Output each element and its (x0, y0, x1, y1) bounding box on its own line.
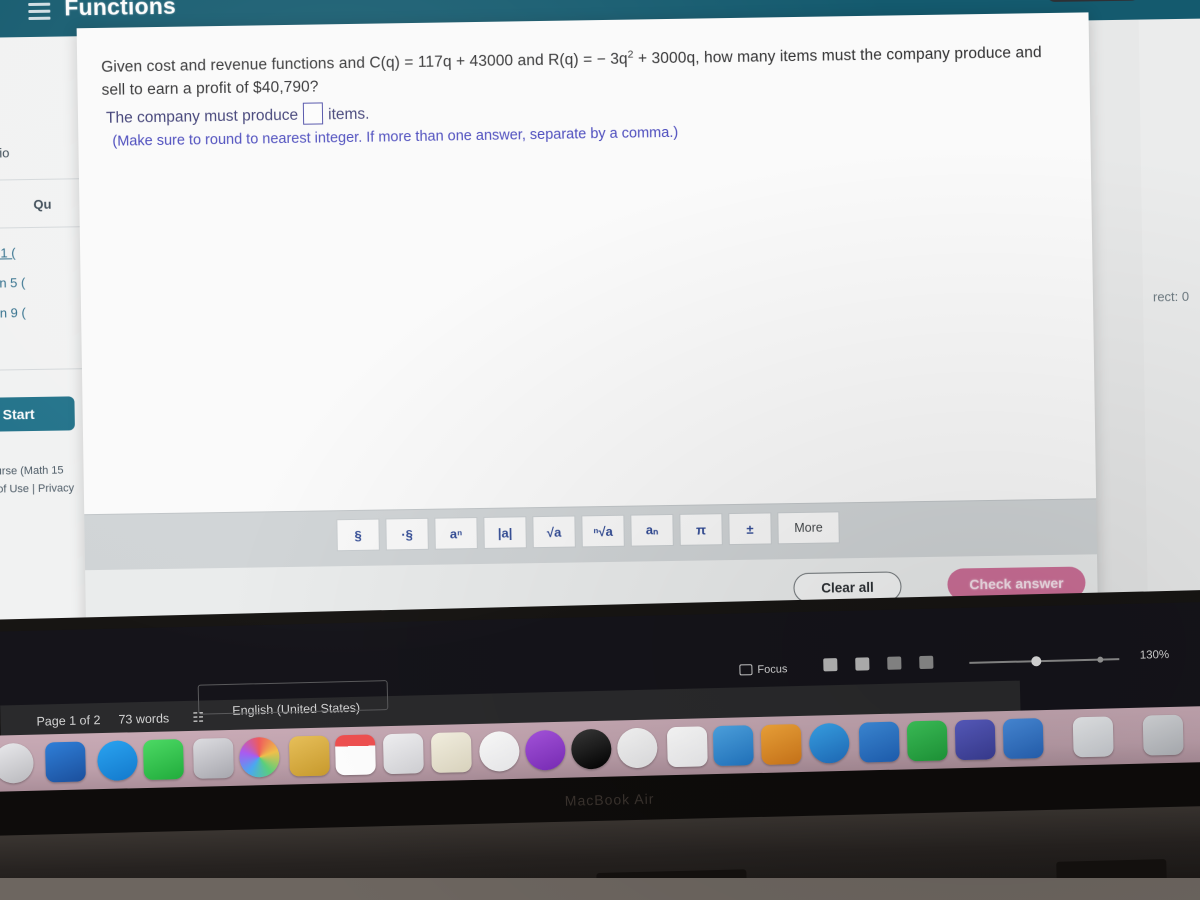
answer-sentence: The company must produce items. (106, 102, 370, 128)
square-root-key[interactable]: √a (532, 515, 576, 549)
word-view-controls: Focus 130% (739, 647, 1170, 685)
photograph-of-screens: d: ore: : missio Qu estion 1 ( uestion 5… (0, 0, 1200, 900)
zoom-slider[interactable] (969, 656, 1120, 667)
draft-view-icon[interactable] (919, 655, 934, 670)
numbers-icon[interactable] (666, 726, 708, 768)
exponent-key[interactable]: aⁿ (434, 517, 478, 550)
appstore-blue-icon[interactable] (45, 741, 86, 783)
notes-icon[interactable] (288, 735, 330, 777)
messages-icon[interactable] (96, 740, 138, 782)
zoom-percent-label: 130% (1139, 648, 1170, 662)
nth-root-key[interactable]: ⁿ√a (581, 514, 625, 548)
pages-icon[interactable] (760, 723, 802, 765)
podcasts-icon[interactable] (524, 729, 566, 771)
footer-terms-link[interactable]: rms of Use | Privacy (0, 482, 74, 496)
zoom-slider-handle[interactable] (1031, 656, 1042, 667)
tv-icon[interactable] (570, 728, 612, 770)
messages-green-icon[interactable] (906, 720, 948, 762)
answer-sentence-suffix: items. (327, 105, 370, 124)
focus-icon (739, 664, 753, 676)
finder-icon[interactable] (1072, 716, 1114, 758)
sidebar-section-header: Qu (33, 196, 52, 212)
sidebar-item-question-5[interactable]: uestion 5 ( (0, 275, 25, 291)
print-layout-view-icon[interactable] (823, 658, 838, 672)
mixed-fraction-key[interactable]: ·§ (385, 517, 429, 551)
site-right-column: rect: 0 (1138, 18, 1200, 640)
desk-bottom-edge (0, 878, 1200, 900)
answer-input[interactable] (302, 102, 324, 125)
launchpad-icon[interactable] (0, 742, 34, 784)
absolute-value-key[interactable]: |a| (483, 516, 527, 549)
word-count-label: 73 words (118, 711, 170, 727)
facetime-icon[interactable] (142, 739, 184, 781)
question-modal-body: Given cost and revenue functions and C(q… (76, 12, 1097, 529)
focus-label: Focus (757, 662, 788, 676)
math-keypad-row: § ·§ aⁿ |a| √a ⁿ√a aₙ π ± More (336, 511, 840, 552)
outline-view-icon[interactable] (887, 656, 902, 670)
safari-icon[interactable] (808, 722, 850, 764)
question-prompt-prefix: Given cost and revenue functions and C(q… (101, 51, 597, 77)
macbook-air-laptop: Page 1 of 2 73 words ☷ English (United S… (0, 589, 1200, 900)
question-revenue-coefficient: − 3q (596, 50, 628, 69)
answer-hint: (Make sure to round to nearest integer. … (112, 124, 679, 150)
music-icon[interactable] (478, 730, 520, 772)
mail-icon[interactable] (858, 721, 900, 763)
sidebar-item-question-9[interactable]: uestion 9 ( (0, 305, 26, 321)
trash-icon[interactable] (1142, 714, 1184, 756)
fraction-key[interactable]: § (336, 518, 380, 552)
web-layout-view-icon[interactable] (855, 657, 870, 671)
teams-icon[interactable] (954, 719, 996, 761)
question-modal: Given cost and revenue functions and C(q… (76, 12, 1099, 639)
language-highlight-box (197, 680, 389, 715)
photos-icon[interactable] (238, 736, 280, 778)
zoom-app-icon[interactable] (1002, 718, 1044, 760)
answer-sentence-prefix: The company must produce (105, 106, 299, 127)
plus-minus-key[interactable]: ± (728, 512, 772, 546)
sidebar-item-question-1[interactable]: estion 1 ( (0, 245, 16, 261)
keynote-icon[interactable] (712, 725, 754, 767)
question-prompt: Given cost and revenue functions and C(q… (101, 41, 1070, 103)
footer-course-text: s course (Math 15 (0, 464, 64, 478)
zoom-slider-tick (1097, 656, 1104, 663)
focus-mode-button[interactable]: Focus (739, 660, 788, 678)
more-symbols-button[interactable]: More (777, 511, 840, 545)
system-preferences-icon[interactable] (192, 737, 234, 779)
contacts-icon[interactable] (382, 733, 424, 775)
page-title: Functions (64, 0, 177, 21)
reminders-icon[interactable] (430, 732, 472, 774)
calendar-icon[interactable] (334, 734, 376, 776)
save-button[interactable]: Save (1045, 0, 1141, 3)
hamburger-icon[interactable] (28, 2, 51, 21)
start-button[interactable]: Start (0, 396, 75, 433)
page-number-label: Page 1 of 2 (36, 713, 101, 729)
app-disabled-icon[interactable] (616, 727, 658, 769)
sidebar-line-mission: missio (0, 145, 10, 161)
laptop-model-label: MacBook Air (564, 790, 655, 809)
score-correct-label: rect: 0 (1152, 288, 1190, 305)
pi-key[interactable]: π (679, 513, 723, 546)
subscript-key[interactable]: aₙ (630, 513, 674, 547)
